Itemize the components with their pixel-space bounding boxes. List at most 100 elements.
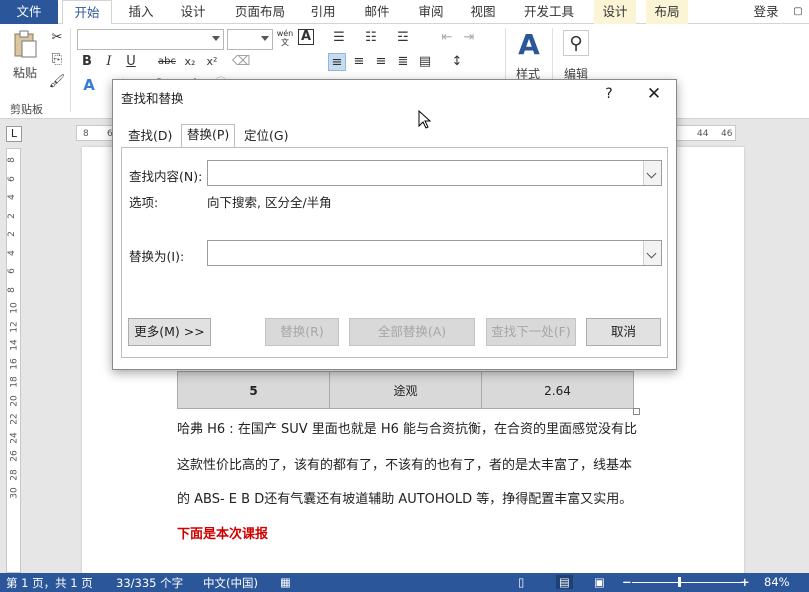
tab-goto[interactable]: 定位(G) xyxy=(239,126,293,148)
mouse-cursor-icon xyxy=(418,110,432,129)
multilevel-list-icon[interactable]: ☲ xyxy=(394,29,412,47)
increase-indent-icon[interactable]: ⇥ xyxy=(460,29,478,47)
align-left-icon[interactable]: ≡ xyxy=(328,53,346,71)
print-layout-icon[interactable]: ▤ xyxy=(556,575,573,589)
tab-view[interactable]: 视图 xyxy=(462,0,504,24)
tab-review[interactable]: 审阅 xyxy=(410,0,452,24)
ruler-number: 46 xyxy=(721,129,733,139)
cancel-button[interactable]: 取消 xyxy=(586,318,661,346)
more-button[interactable]: 更多(M) >> xyxy=(128,318,211,346)
vertical-ruler: 8 6 4 2 2 4 6 8 10 12 14 16 18 20 22 24 26 28 30 xyxy=(0,148,26,573)
tab-file[interactable]: 文件 xyxy=(0,0,58,24)
tab-design[interactable]: 设计 xyxy=(172,0,214,24)
italic-button[interactable]: I xyxy=(100,53,118,71)
phonetic-guide-icon[interactable]: wén 文 xyxy=(276,29,294,47)
replace-dropdown-icon[interactable] xyxy=(643,241,661,265)
zoom-out-button[interactable]: − xyxy=(622,575,632,589)
page-count[interactable]: 第 1 页，共 1 页 xyxy=(6,575,93,591)
tab-insert[interactable]: 插入 xyxy=(120,0,162,24)
ruler-number: 22 xyxy=(9,413,20,425)
tab-table-layout[interactable]: 布局 xyxy=(646,0,688,24)
ruler-number: 2 xyxy=(6,212,17,219)
close-button[interactable]: ✕ xyxy=(643,83,665,105)
bold-button[interactable]: B xyxy=(78,53,96,71)
ribbon-separator xyxy=(70,28,71,112)
paste-icon[interactable] xyxy=(12,30,38,60)
ruler-number: 6 xyxy=(6,268,17,274)
options-label: 选项: xyxy=(129,195,159,210)
zoom-level[interactable]: 84% xyxy=(764,575,790,589)
tab-references[interactable]: 引用 xyxy=(302,0,344,24)
find-next-button[interactable]: 查找下一处(F) xyxy=(486,318,576,346)
options-value: 向下搜索, 区分全/半角 xyxy=(207,195,332,210)
macro-record-icon[interactable]: ▦ xyxy=(280,575,291,589)
subscript-button[interactable]: x₂ xyxy=(181,53,199,71)
font-name-combo[interactable] xyxy=(77,29,224,50)
align-center-icon[interactable]: ≡ xyxy=(350,53,368,71)
strikethrough-button[interactable]: abc xyxy=(156,53,178,71)
font-size-combo[interactable] xyxy=(227,29,273,50)
tab-mailings[interactable]: 邮件 xyxy=(356,0,398,24)
table-resize-handle[interactable] xyxy=(633,408,640,415)
tab-selector-icon[interactable]: L xyxy=(6,126,22,142)
ruler-number: 20 xyxy=(9,394,20,407)
read-mode-icon[interactable]: ▯ xyxy=(518,575,524,589)
ruler-number: 4 xyxy=(6,194,17,200)
collapse-ribbon-icon[interactable]: ▢ xyxy=(790,0,806,24)
ruler-number: 4 xyxy=(6,249,17,256)
replace-all-button[interactable]: 全部替换(A) xyxy=(349,318,475,346)
tab-table-design[interactable]: 设计 xyxy=(594,0,636,24)
language-status[interactable]: 中文(中国) xyxy=(203,575,258,591)
styles-icon[interactable]: A xyxy=(514,28,544,62)
tab-developer[interactable]: 开发工具 xyxy=(514,0,584,24)
tab-home[interactable]: 开始 xyxy=(62,0,112,25)
paragraph[interactable]: 的 ABS- E B D还有气囊还有坡道辅助 AUTOHOLD 等，挣得配置丰富… xyxy=(177,488,632,507)
bullets-icon[interactable]: ☰ xyxy=(330,29,348,47)
find-input[interactable] xyxy=(207,160,662,186)
justify-icon[interactable]: ≣ xyxy=(394,53,412,71)
table-cell[interactable]: 途观 xyxy=(330,372,482,408)
line-spacing-icon[interactable]: ↕ xyxy=(448,53,466,71)
ruler-number: 6 xyxy=(6,175,17,182)
signin-link[interactable]: 登录 xyxy=(746,0,786,24)
copy-icon[interactable]: ⎘ xyxy=(48,51,66,69)
help-button[interactable]: ? xyxy=(601,86,617,102)
word-count[interactable]: 33/335 个字 xyxy=(116,575,183,591)
ruler-number: 14 xyxy=(9,339,20,351)
replace-button[interactable]: 替换(R) xyxy=(265,318,339,346)
paragraph[interactable]: 这款性价比高的了，该有的都有了，不该有的也有了，者的是太丰富了，线基本 xyxy=(177,454,632,473)
ruler-number: 16 xyxy=(9,357,20,370)
tab-page-layout[interactable]: 页面布局 xyxy=(226,0,294,24)
align-right-icon[interactable]: ≡ xyxy=(372,53,390,71)
decrease-indent-icon[interactable]: ⇤ xyxy=(438,29,456,47)
binoculars-icon[interactable]: ⚲ xyxy=(563,30,589,56)
paragraph-heading[interactable]: 下面是本次课报 xyxy=(177,523,268,542)
replace-label: 替换为(I): xyxy=(129,249,185,264)
web-layout-icon[interactable]: ▣ xyxy=(594,575,605,589)
table-cell[interactable]: 2.64 xyxy=(482,372,633,408)
tab-replace[interactable]: 替换(P) xyxy=(181,124,236,148)
zoom-in-button[interactable]: + xyxy=(740,575,750,589)
paragraph[interactable]: 哈弗 H6 : 在国产 SUV 里面也就是 H6 能与合资抗衡，在合资的里面感觉… xyxy=(177,418,637,437)
underline-button[interactable]: U xyxy=(122,53,140,71)
format-painter-icon[interactable]: 🖌 xyxy=(48,73,66,91)
find-dropdown-icon[interactable] xyxy=(643,161,661,185)
vruler-strip: 8 6 4 2 2 4 6 8 10 12 14 16 18 20 22 24 26 28 30 xyxy=(6,148,21,573)
tab-find[interactable]: 查找(D) xyxy=(123,126,177,148)
zoom-slider-track[interactable] xyxy=(632,582,742,583)
find-label: 查找内容(N): xyxy=(129,169,203,184)
superscript-button[interactable]: x² xyxy=(203,53,221,71)
char-border-icon[interactable]: A xyxy=(298,29,314,45)
numbering-icon[interactable]: ☷ xyxy=(362,29,380,47)
clear-format-icon[interactable]: ⌫ xyxy=(232,53,250,71)
replace-input[interactable] xyxy=(207,240,662,266)
paste-button[interactable]: 粘贴 xyxy=(13,64,37,81)
distributed-icon[interactable]: ▤ xyxy=(416,53,434,71)
zoom-slider-thumb[interactable] xyxy=(678,577,681,587)
doc-table-row[interactable]: 5 途观 2.64 xyxy=(177,371,634,409)
group-clipboard-label: 剪贴板 xyxy=(10,103,43,116)
cut-icon[interactable]: ✂ xyxy=(48,29,66,47)
table-cell[interactable]: 5 xyxy=(178,372,330,408)
text-effects-icon[interactable]: A xyxy=(80,76,98,94)
ruler-number: 8 xyxy=(83,129,89,139)
